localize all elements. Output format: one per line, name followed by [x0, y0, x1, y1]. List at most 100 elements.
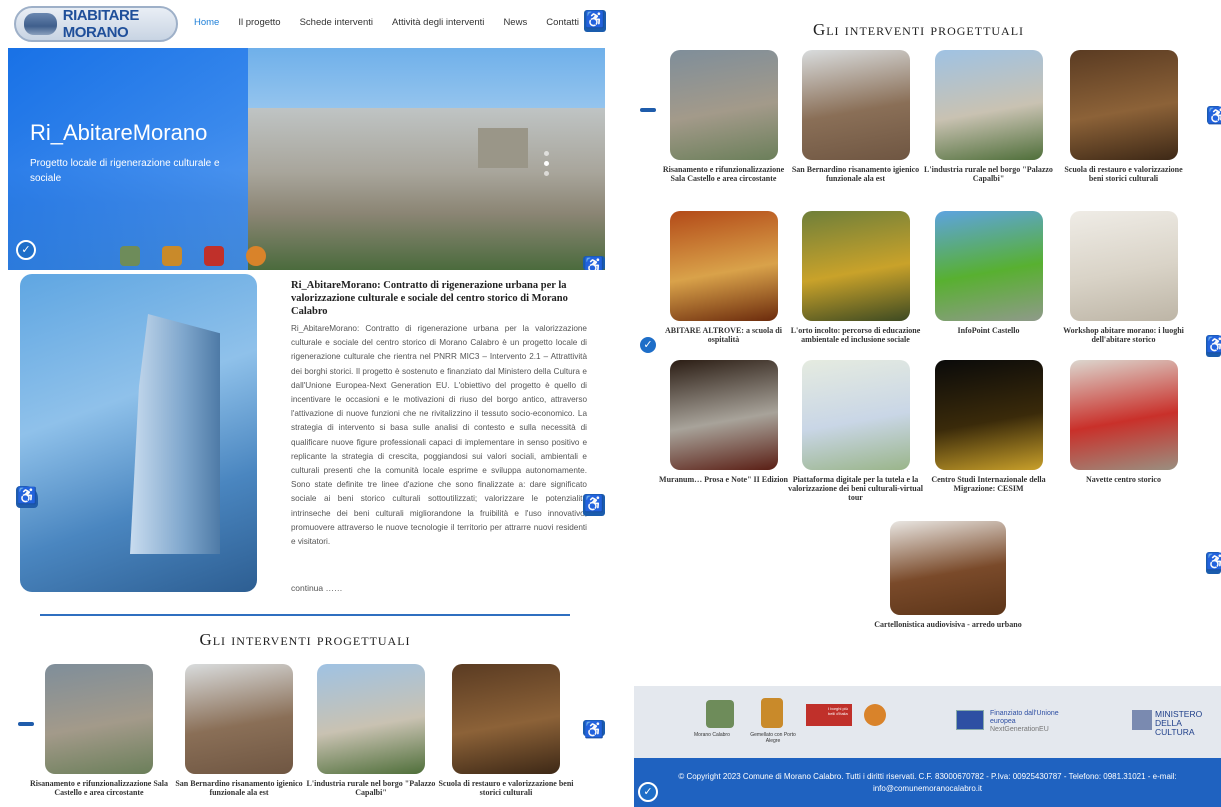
borghi-logo: I borghi più belli d'Italia: [806, 704, 852, 726]
intro-text: Ri_AbitareMorano: Contratto di rigeneraz…: [291, 324, 587, 547]
crest-icon: [761, 698, 783, 728]
menu-home[interactable]: Home: [194, 17, 219, 28]
intervention-label[interactable]: Navette centro storico: [1056, 475, 1191, 484]
copyright-text: © Copyright 2023 Comune di Morano Calabr…: [678, 772, 1177, 793]
intervention-card[interactable]: Scuola di restauro e valorizzazione beni…: [1056, 50, 1191, 183]
intervention-label[interactable]: Piattaforma digitale per la tutela e la …: [788, 475, 923, 502]
intervention-label[interactable]: L'industria rurale nel borgo "Palazzo Ca…: [302, 779, 440, 797]
logo-image: [24, 13, 57, 35]
hero-castle-image: [478, 128, 528, 168]
municipal-crest-icon: [120, 246, 140, 266]
accessibility-icon[interactable]: ♿: [583, 256, 605, 270]
intervention-card[interactable]: L'industria rurale nel borgo "Palazzo Ca…: [921, 50, 1056, 183]
morano-label: Morano Calabro: [694, 732, 730, 738]
intervention-card[interactable]: Risanamento e rifunzionalizzazione Sala …: [30, 664, 168, 797]
intervention-image[interactable]: [45, 664, 153, 774]
hero-badges: [120, 246, 266, 266]
logo-text: RIABITARE MORANO: [62, 7, 140, 41]
hero-title: Ri_AbitareMorano: [30, 120, 208, 145]
intervention-image[interactable]: [801, 211, 910, 321]
intervention-label[interactable]: Centro Studi Internazionale della Migraz…: [921, 475, 1056, 493]
borghi-icon: [204, 246, 224, 266]
left-page-view: RIABITARE MORANO Home Il progetto Schede…: [0, 0, 610, 807]
intervention-card[interactable]: Risanamento e rifunzionalizzazione Sala …: [656, 50, 791, 183]
intervention-card[interactable]: Muranum… Prosa e Note" II Edizion: [656, 360, 791, 484]
slider-dot[interactable]: [544, 171, 549, 176]
intervention-image[interactable]: [934, 360, 1043, 470]
intervention-image[interactable]: [669, 50, 778, 160]
accessibility-icon[interactable]: ♿: [1207, 106, 1221, 125]
intervention-card[interactable]: Cartellonistica audiovisiva - arredo urb…: [863, 521, 1033, 629]
intervention-image[interactable]: [669, 211, 778, 321]
intervention-image[interactable]: [1069, 211, 1178, 321]
intervention-label[interactable]: ABITARE ALTROVE: a scuola di ospitalità: [656, 326, 791, 344]
site-logo[interactable]: RIABITARE MORANO: [14, 6, 178, 42]
intervention-label[interactable]: Cartellonistica audiovisiva - arredo urb…: [863, 620, 1033, 629]
accessibility-icon[interactable]: ♿: [1206, 552, 1221, 574]
intervention-image[interactable]: [185, 664, 293, 774]
accessibility-toggle-icon[interactable]: ✓: [638, 335, 658, 355]
accessibility-icon[interactable]: ♿: [16, 486, 38, 508]
hero-subtitle: Progetto locale di rigenerazione cultura…: [30, 158, 220, 184]
slider-dot[interactable]: [544, 151, 549, 156]
accessibility-icon[interactable]: ♿: [583, 720, 605, 739]
intervention-image[interactable]: [801, 50, 910, 160]
circle-logo-icon: [246, 246, 266, 266]
menu-il-progetto[interactable]: Il progetto: [238, 17, 280, 28]
intervention-image[interactable]: [317, 664, 425, 774]
slider-dot-active[interactable]: [544, 161, 549, 166]
menu-schede-interventi[interactable]: Schede interventi: [300, 17, 373, 28]
intervention-label[interactable]: Muranum… Prosa e Note" II Edizion: [656, 475, 791, 484]
intervention-image[interactable]: [801, 360, 910, 470]
eu-funding-text: Finanziato dall'Unione europea NextGener…: [990, 710, 1059, 733]
intervention-card[interactable]: San Bernardino risanamento igienico funz…: [788, 50, 923, 183]
menu-attivita-interventi[interactable]: Attività degli interventi: [392, 17, 484, 28]
divider: [40, 614, 570, 616]
top-navigation: RIABITARE MORANO Home Il progetto Schede…: [0, 0, 610, 48]
section-title: Gli interventi progettuali: [812, 20, 1025, 39]
intervention-card[interactable]: L'industria rurale nel borgo "Palazzo Ca…: [302, 664, 440, 797]
intervention-label[interactable]: L'orto incolto: percorso di educazione a…: [788, 326, 923, 344]
accessibility-icon[interactable]: ♿: [583, 494, 605, 516]
intervention-image[interactable]: [452, 664, 560, 774]
intervention-label[interactable]: Risanamento e rifunzionalizzazione Sala …: [30, 779, 168, 797]
intervention-card[interactable]: Piattaforma digitale per la tutela e la …: [788, 360, 923, 502]
accessibility-icon[interactable]: ♿: [584, 10, 606, 32]
slider-prev-marker[interactable]: [640, 108, 656, 112]
intervention-card[interactable]: ABITARE ALTROVE: a scuola di ospitalità: [656, 211, 791, 344]
intervention-label[interactable]: Risanamento e rifunzionalizzazione Sala …: [656, 165, 791, 183]
circle-logo-icon: [864, 704, 886, 726]
intervention-image[interactable]: [890, 521, 1006, 615]
intervention-label[interactable]: Workshop abitare morano: i luoghi dell'a…: [1056, 326, 1191, 344]
morano-crest-icon: [706, 700, 734, 728]
intervention-label[interactable]: InfoPoint Castello: [921, 326, 1056, 335]
intervention-label[interactable]: Scuola di restauro e valorizzazione beni…: [1056, 165, 1191, 183]
intervention-card[interactable]: InfoPoint Castello: [921, 211, 1056, 335]
intervention-label[interactable]: San Bernardino risanamento igienico funz…: [170, 779, 308, 797]
intervention-image[interactable]: [934, 211, 1043, 321]
menu-news[interactable]: News: [503, 17, 527, 28]
intervention-card[interactable]: Scuola di restauro e valorizzazione beni…: [437, 664, 575, 797]
intervention-card[interactable]: Navette centro storico: [1056, 360, 1191, 484]
castle-tower-image: [130, 314, 220, 554]
intervention-card[interactable]: Centro Studi Internazionale della Migraz…: [921, 360, 1056, 493]
intervention-label[interactable]: L'industria rurale nel borgo "Palazzo Ca…: [921, 165, 1056, 183]
accessibility-toggle-icon[interactable]: ✓: [638, 782, 658, 802]
intervention-image[interactable]: [1069, 360, 1178, 470]
continue-link[interactable]: continua ……: [291, 583, 343, 593]
intervention-image[interactable]: [1069, 50, 1178, 160]
intervention-card[interactable]: L'orto incolto: percorso di educazione a…: [788, 211, 923, 344]
intervention-image[interactable]: [669, 360, 778, 470]
intervention-card[interactable]: Workshop abitare morano: i luoghi dell'a…: [1056, 211, 1191, 344]
menu-contatti[interactable]: Contatti: [546, 17, 579, 28]
footer-logos: Morano Calabro Gemellato con Porto Alegr…: [634, 686, 1221, 758]
intervention-label[interactable]: San Bernardino risanamento igienico funz…: [788, 165, 923, 183]
intervention-label[interactable]: Scuola di restauro e valorizzazione beni…: [437, 779, 575, 797]
accessibility-icon[interactable]: ♿: [1206, 335, 1221, 357]
eu-logo: [956, 710, 984, 730]
intervention-image[interactable]: [934, 50, 1043, 160]
footer-copyright: © Copyright 2023 Comune di Morano Calabr…: [634, 758, 1221, 807]
intervention-card[interactable]: San Bernardino risanamento igienico funz…: [170, 664, 308, 797]
hero-town-image: [248, 108, 605, 270]
accessibility-toggle-icon[interactable]: ✓: [16, 240, 36, 260]
